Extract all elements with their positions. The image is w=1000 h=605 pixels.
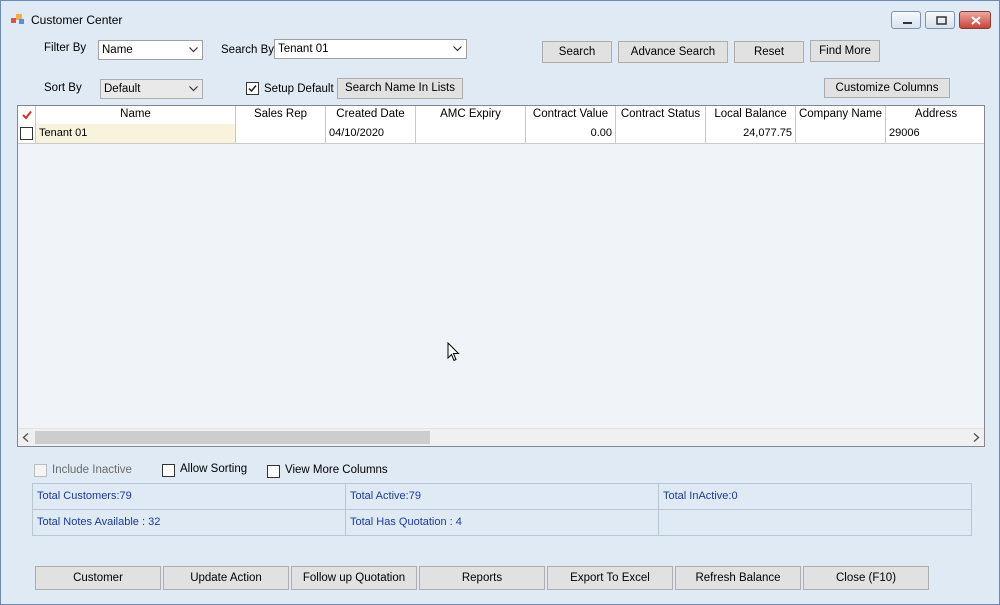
customize-columns-button[interactable]: Customize Columns [824, 78, 950, 98]
sort-by-label: Sort By [44, 82, 82, 94]
minimize-icon [903, 22, 912, 24]
chevron-down-icon [189, 47, 198, 53]
filter-by-value: Name [102, 44, 133, 56]
close-window-button[interactable] [959, 11, 991, 29]
window-title: Customer Center [31, 13, 123, 27]
filter-by-select[interactable]: Name [98, 40, 203, 60]
follow-up-quotation-button[interactable]: Follow up Quotation [291, 566, 417, 590]
select-all-header[interactable] [18, 106, 36, 124]
title-bar[interactable]: Customer Center [1, 1, 999, 35]
total-active-stat: Total Active:79 [346, 484, 659, 510]
grid-header: Name Sales Rep Created Date AMC Expiry C… [18, 106, 984, 125]
column-header-company-name[interactable]: Company Name [796, 106, 886, 124]
cell-company-name[interactable] [796, 124, 886, 143]
column-header-contract-status[interactable]: Contract Status [616, 106, 706, 124]
search-by-value: Tenant 01 [278, 43, 329, 55]
cell-contract-status[interactable] [616, 124, 706, 143]
checkmark-icon [248, 85, 257, 93]
total-customers-stat: Total Customers:79 [33, 484, 346, 510]
chevron-down-icon [189, 86, 198, 92]
customer-button[interactable]: Customer [35, 566, 161, 590]
minimize-button[interactable] [891, 11, 921, 29]
search-name-in-lists-button[interactable]: Search Name In Lists [337, 78, 463, 99]
chevron-down-icon [453, 46, 462, 52]
close-icon [971, 16, 981, 25]
setup-default-label: Setup Default [264, 83, 334, 95]
scrollbar-thumb[interactable] [35, 431, 430, 444]
search-by-select[interactable]: Tenant 01 [274, 39, 467, 59]
total-notes-stat: Total Notes Available : 32 [33, 510, 346, 536]
update-action-button[interactable]: Update Action [163, 566, 289, 590]
allow-sorting-checkbox[interactable] [162, 464, 175, 477]
column-header-sales-rep[interactable]: Sales Rep [236, 106, 326, 124]
find-more-button[interactable]: Find More [810, 40, 880, 62]
cell-sales-rep[interactable] [236, 124, 326, 143]
reports-button[interactable]: Reports [419, 566, 545, 590]
customer-center-window: Customer Center Filter By Name Search By… [0, 0, 1000, 605]
include-inactive-checkbox[interactable] [34, 464, 47, 477]
table-row[interactable]: Tenant 01 04/10/2020 0.00 24,077.75 2900… [18, 124, 984, 144]
close-button[interactable]: Close (F10) [803, 566, 929, 590]
empty-stat-cell [659, 510, 971, 536]
view-more-columns-label: View More Columns [285, 464, 388, 476]
view-more-columns-checkbox[interactable] [267, 465, 280, 478]
mouse-pointer-icon [447, 342, 460, 362]
sort-by-select[interactable]: Default [100, 79, 203, 99]
scroll-left-icon[interactable] [22, 433, 30, 442]
refresh-balance-button[interactable]: Refresh Balance [675, 566, 801, 590]
restore-icon [936, 16, 947, 25]
allow-sorting-label: Allow Sorting [180, 463, 248, 475]
cell-created-date[interactable]: 04/10/2020 [326, 124, 416, 143]
column-header-amc-expiry[interactable]: AMC Expiry [416, 106, 526, 124]
search-by-label: Search By [221, 44, 275, 56]
red-checkmark-icon [21, 110, 32, 120]
restore-button[interactable] [925, 11, 955, 29]
horizontal-scrollbar[interactable] [18, 428, 984, 446]
export-to-excel-button[interactable]: Export To Excel [547, 566, 673, 590]
total-inactive-stat: Total InActive:0 [659, 484, 971, 510]
total-quotation-stat: Total Has Quotation : 4 [346, 510, 659, 536]
cell-name[interactable]: Tenant 01 [36, 124, 236, 143]
include-inactive-label: Include Inactive [52, 464, 132, 476]
cell-amc-expiry[interactable] [416, 124, 526, 143]
customer-grid[interactable]: Name Sales Rep Created Date AMC Expiry C… [17, 105, 985, 447]
column-header-local-balance[interactable]: Local Balance [706, 106, 796, 124]
cell-address[interactable]: 29006 [886, 124, 984, 143]
reset-button[interactable]: Reset [734, 41, 804, 63]
advance-search-button[interactable]: Advance Search [618, 41, 728, 63]
cell-contract-value[interactable]: 0.00 [526, 124, 616, 143]
app-icon [11, 13, 25, 25]
cell-local-balance[interactable]: 24,077.75 [706, 124, 796, 143]
column-header-address[interactable]: Address [886, 106, 984, 124]
setup-default-checkbox[interactable] [246, 82, 259, 95]
filter-by-label: Filter By [44, 42, 87, 54]
column-header-name[interactable]: Name [36, 106, 236, 124]
row-checkbox[interactable] [20, 127, 33, 140]
row-select-cell [18, 124, 36, 143]
scroll-right-icon[interactable] [972, 433, 980, 442]
search-button[interactable]: Search [542, 41, 612, 63]
column-header-contract-value[interactable]: Contract Value [526, 106, 616, 124]
column-header-created-date[interactable]: Created Date [326, 106, 416, 124]
summary-panel: Total Customers:79 Total Active:79 Total… [32, 483, 972, 536]
sort-by-value: Default [104, 83, 141, 95]
